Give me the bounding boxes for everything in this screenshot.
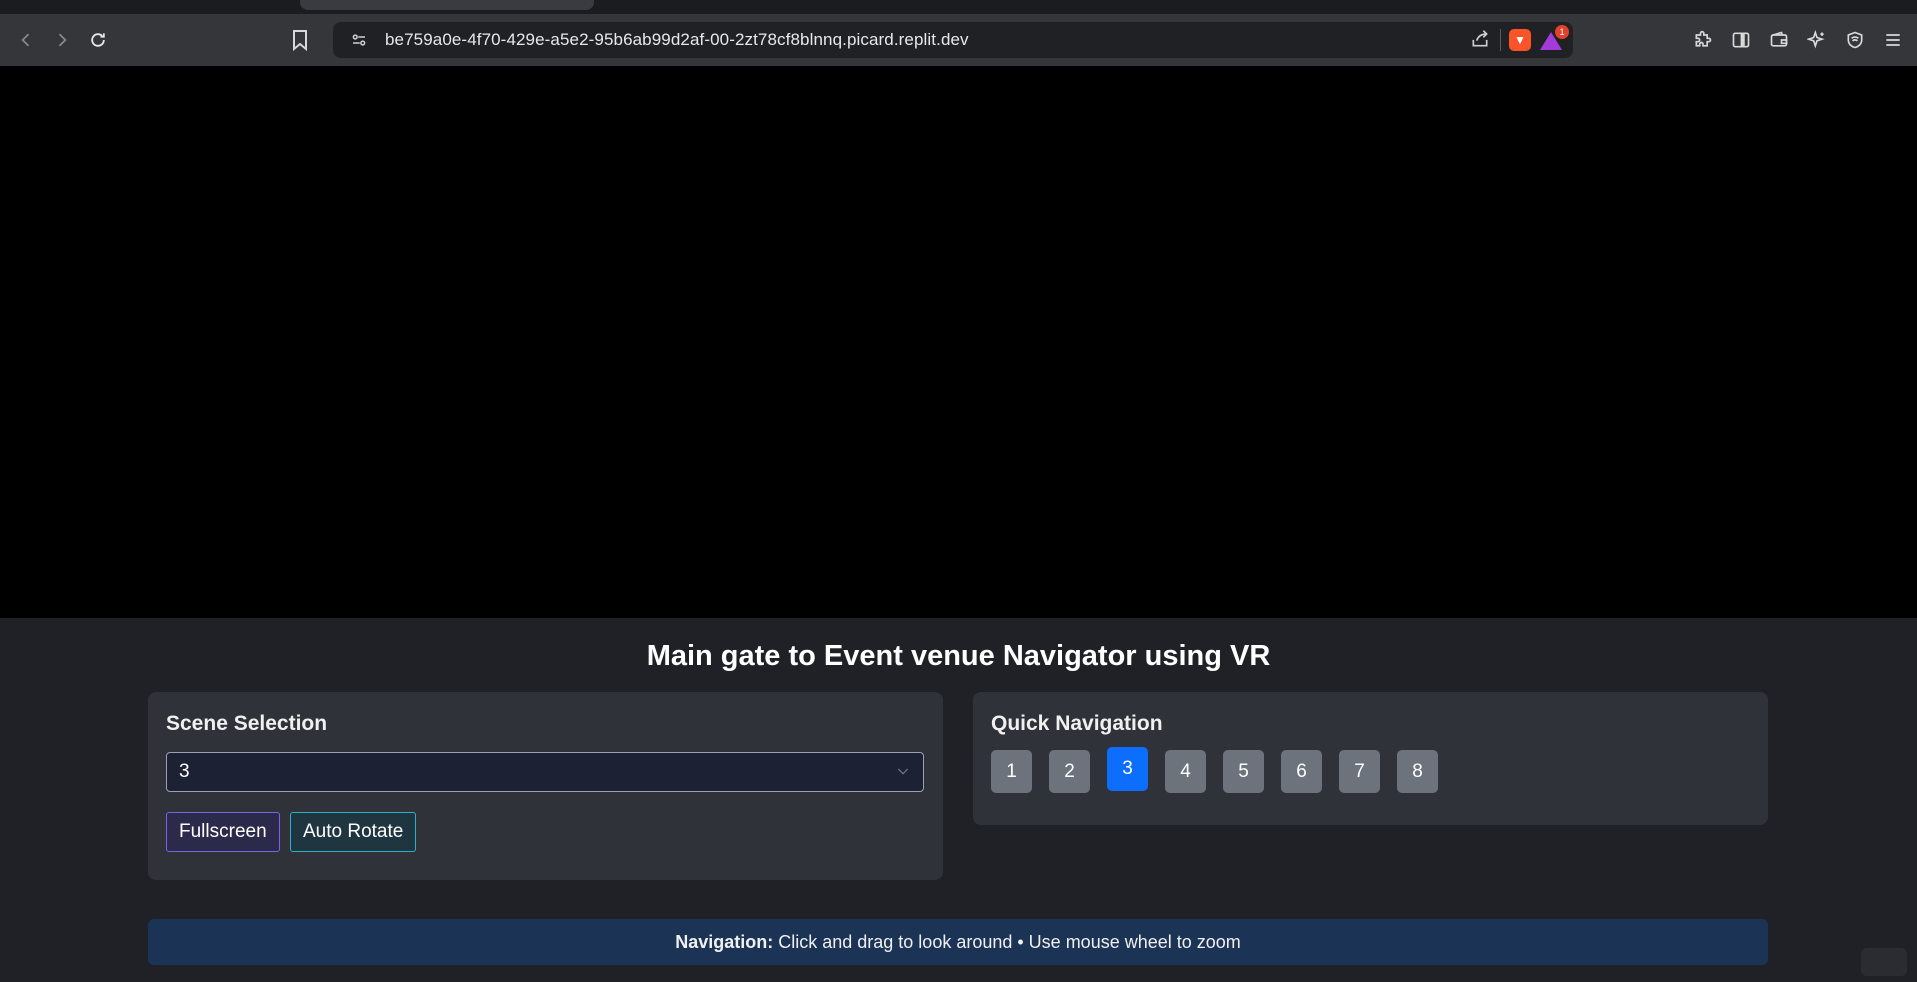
vr-viewer[interactable] — [0, 66, 1917, 618]
navigation-hint-text: Click and drag to look around • Use mous… — [778, 931, 1241, 952]
scene-select-value: 3 — [179, 761, 190, 782]
scene-button-4[interactable]: 4 — [1165, 750, 1206, 793]
quick-navigation-buttons: 1 2 3 4 5 6 7 8 — [991, 747, 1438, 793]
chevron-right-icon — [58, 33, 67, 47]
fullscreen-button[interactable]: Fullscreen — [166, 812, 280, 852]
browser-toolbar: be759a0e-4f70-429e-a5e2-95b6ab99d2af-00-… — [0, 14, 1917, 66]
scene-button-8[interactable]: 8 — [1397, 750, 1438, 793]
scene-button-2[interactable]: 2 — [1049, 750, 1090, 793]
navigation-hint: Navigation: Click and drag to look aroun… — [148, 919, 1768, 965]
page-title: Main gate to Event venue Navigator using… — [646, 640, 1271, 672]
brave-shields-icon[interactable]: ▼ — [1509, 29, 1531, 51]
site-info-icon[interactable] — [341, 22, 377, 58]
navigation-hint-label: Navigation: — [675, 931, 774, 952]
scene-button-1[interactable]: 1 — [991, 750, 1032, 793]
chevron-down-icon — [897, 768, 909, 775]
tab-strip — [0, 0, 1917, 14]
corner-widget — [1861, 948, 1907, 976]
sidebar-icon[interactable] — [1729, 28, 1753, 52]
leo-ai-icon[interactable] — [1805, 28, 1829, 52]
bookmark-icon — [293, 30, 307, 52]
address-bar[interactable]: be759a0e-4f70-429e-a5e2-95b6ab99d2af-00-… — [333, 22, 1573, 58]
scene-button-3[interactable]: 3 — [1107, 747, 1148, 791]
auto-rotate-button[interactable]: Auto Rotate — [290, 812, 417, 852]
brave-rewards-icon[interactable]: 1 — [1539, 25, 1569, 51]
menu-icon[interactable] — [1881, 28, 1905, 52]
rewards-badge: 1 — [1555, 25, 1569, 39]
scene-select[interactable]: 3 — [166, 752, 924, 792]
extensions-icon[interactable] — [1691, 28, 1715, 52]
wallet-icon[interactable] — [1767, 28, 1791, 52]
control-panel: Main gate to Event venue Navigator using… — [0, 618, 1917, 982]
share-icon[interactable] — [1470, 29, 1492, 51]
back-button[interactable] — [8, 22, 44, 58]
quick-navigation-heading: Quick Navigation — [991, 712, 1163, 735]
forward-button[interactable] — [44, 22, 80, 58]
quick-navigation-card: Quick Navigation 1 2 3 4 5 6 7 8 — [973, 692, 1768, 825]
scene-button-7[interactable]: 7 — [1339, 750, 1380, 793]
scene-selection-card: Scene Selection 3 Fullscreen Auto Rotate — [148, 692, 943, 880]
reload-button[interactable] — [80, 22, 116, 58]
scene-button-5[interactable]: 5 — [1223, 750, 1264, 793]
scene-selection-heading: Scene Selection — [166, 712, 328, 735]
active-tab[interactable] — [300, 0, 594, 10]
reload-icon — [91, 33, 105, 47]
scene-button-6[interactable]: 6 — [1281, 750, 1322, 793]
bookmark-button[interactable] — [288, 28, 312, 52]
chevron-left-icon — [21, 33, 30, 47]
extension-toolbar — [1691, 28, 1905, 52]
url-text[interactable]: be759a0e-4f70-429e-a5e2-95b6ab99d2af-00-… — [385, 30, 969, 50]
divider — [1500, 29, 1501, 51]
vpn-icon[interactable] — [1843, 28, 1867, 52]
